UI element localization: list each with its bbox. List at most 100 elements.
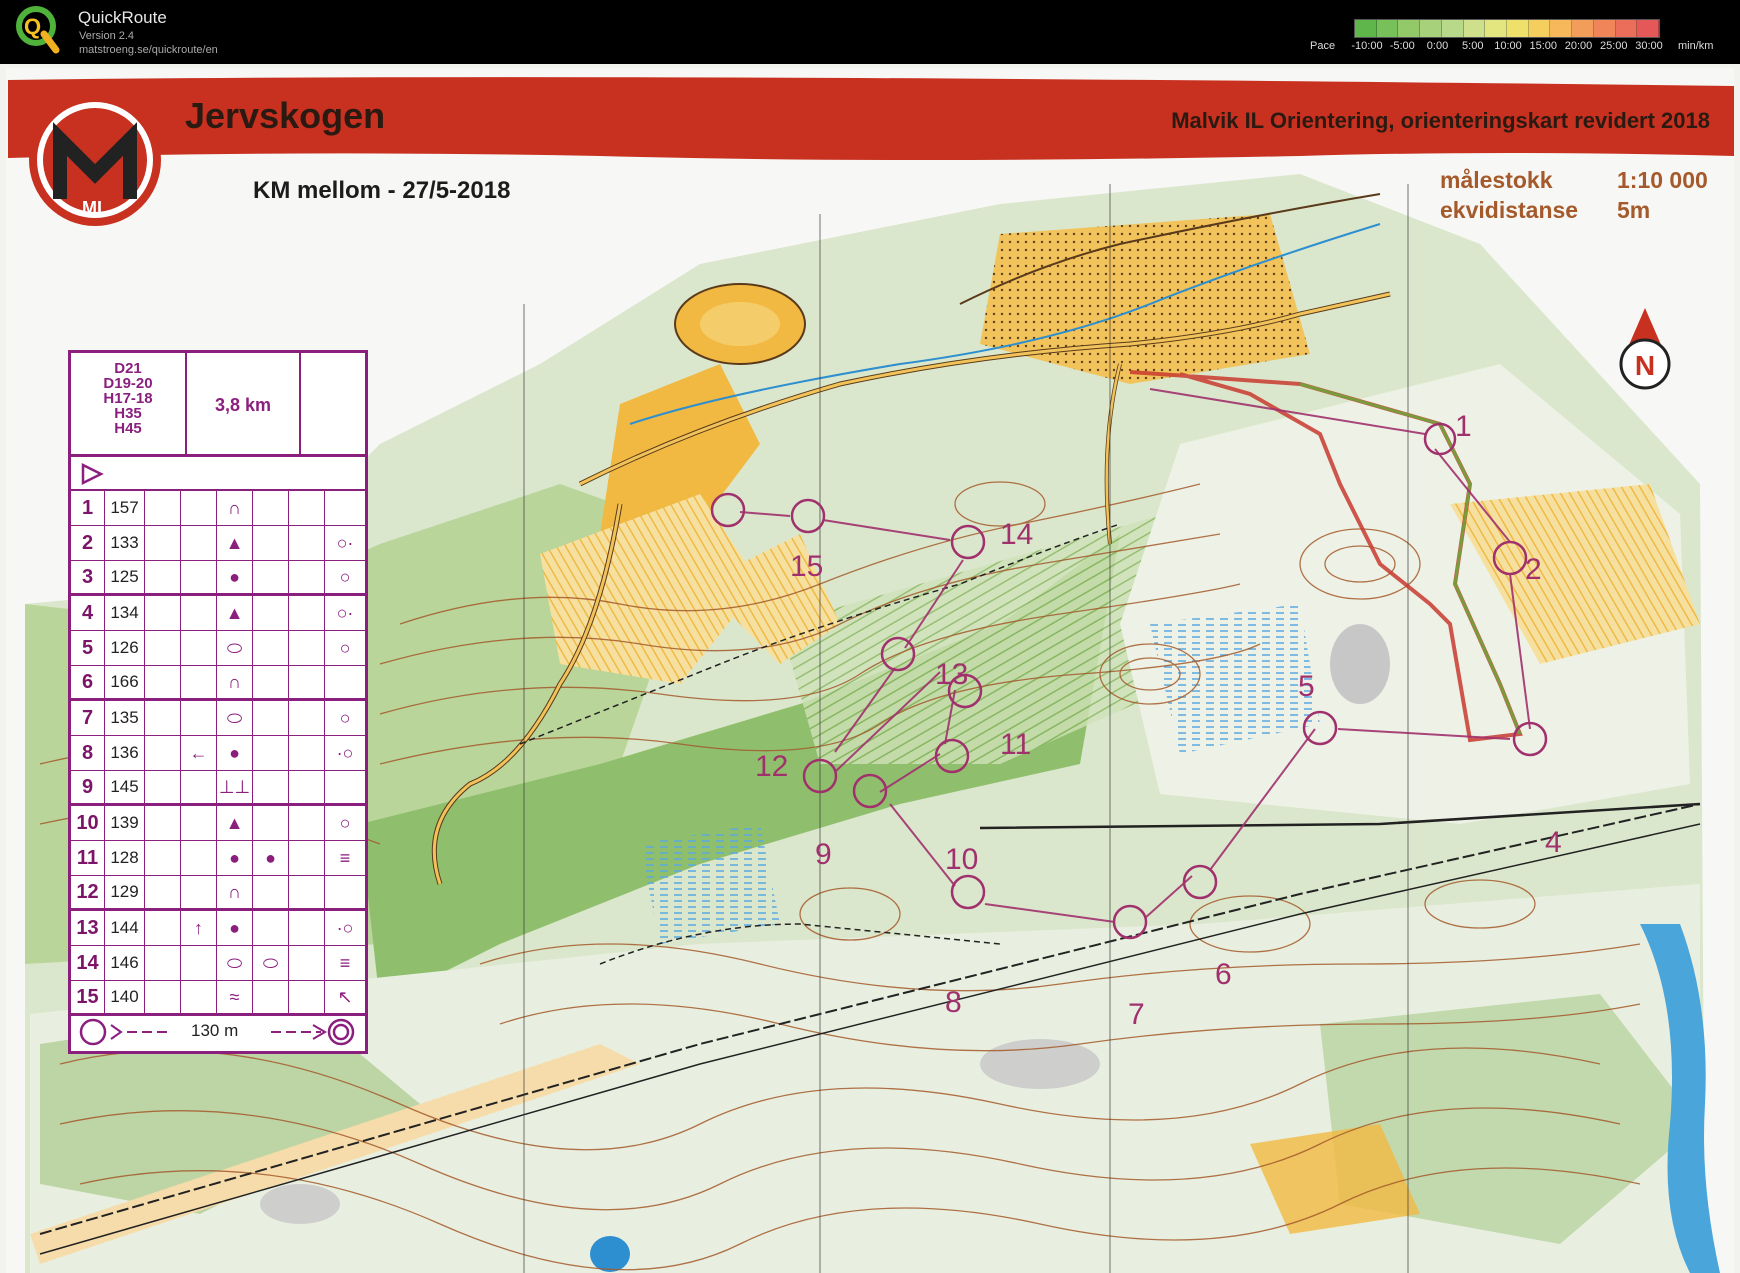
event-title: KM mellom - 27/5-2018 bbox=[253, 177, 510, 204]
pace-color-scale bbox=[1354, 19, 1660, 38]
control-cell-c6 bbox=[253, 561, 289, 593]
control-cell-c8: ≡ bbox=[339, 952, 351, 973]
contour-label: ekvidistanse bbox=[1440, 197, 1578, 223]
control-cell-c5: ● bbox=[217, 841, 253, 875]
control-cell-c3 bbox=[145, 876, 181, 908]
control-cell-c5: ▲ bbox=[217, 596, 253, 630]
pace-color-segment bbox=[1637, 20, 1660, 37]
control-cell-c5: ≈ bbox=[217, 981, 253, 1013]
control-cell-c4 bbox=[181, 631, 217, 665]
control-cell-c7 bbox=[289, 736, 325, 770]
control-cell-c8: ○ bbox=[339, 637, 351, 658]
rock-area-3 bbox=[260, 1184, 340, 1224]
control-row: 1 157 ∩ bbox=[71, 491, 365, 526]
control-row: 12 129 ∩ bbox=[71, 876, 365, 911]
scale-value: 1:10 000 bbox=[1617, 167, 1708, 193]
control-cell-c5: ▲ bbox=[217, 806, 253, 840]
control-cell-c3 bbox=[145, 736, 181, 770]
rock-area-2 bbox=[980, 1039, 1100, 1089]
control-cell-c7 bbox=[289, 666, 325, 698]
class-label: H17-18 bbox=[103, 390, 153, 407]
control-cell-c4 bbox=[181, 701, 217, 735]
pace-color-segment bbox=[1376, 20, 1399, 37]
control-cell-c7 bbox=[289, 631, 325, 665]
pace-color-segment bbox=[1441, 20, 1464, 37]
control-cell-code: 135 bbox=[105, 701, 145, 735]
control-cell-c4 bbox=[181, 596, 217, 630]
scale-label: målestokk bbox=[1440, 167, 1553, 193]
control-cell-num: 15 bbox=[71, 981, 105, 1013]
control-cell-code: 126 bbox=[105, 631, 145, 665]
control-number-2: 2 bbox=[1525, 553, 1542, 586]
control-number-9: 9 bbox=[815, 838, 832, 871]
orienteering-map-view[interactable]: 1 2 4 5 6 7 8 9 10 11 12 13 14 15 Jervsk… bbox=[0, 64, 1740, 1273]
control-cell-c6 bbox=[253, 631, 289, 665]
course-classes: D21 D19-20 H17-18 H35 H45 bbox=[71, 353, 187, 457]
control-number-12: 12 bbox=[755, 750, 788, 783]
start-row bbox=[71, 457, 365, 491]
control-cell-c8: ○ bbox=[339, 566, 351, 587]
control-cell-c5: ∩ bbox=[217, 491, 253, 525]
control-cell-c3 bbox=[145, 806, 181, 840]
control-cell-num: 7 bbox=[71, 701, 105, 735]
control-cell-code: 166 bbox=[105, 666, 145, 698]
pace-tick-label: 25:00 bbox=[1599, 40, 1628, 52]
control-cell-c6 bbox=[253, 666, 289, 698]
control-cell-c5: ● bbox=[217, 736, 253, 770]
control-cell-c8: ○· bbox=[336, 602, 354, 623]
map-publisher: Malvik IL Orientering, orienteringskart … bbox=[1171, 108, 1710, 133]
control-cell-num: 6 bbox=[71, 666, 105, 698]
control-row: 5 126 ⬭ ○ bbox=[71, 631, 365, 666]
control-number-11: 11 bbox=[1000, 728, 1031, 761]
control-cell-c8: ≡ bbox=[339, 847, 351, 868]
pace-color-segment bbox=[1420, 20, 1442, 37]
control-cell-c7 bbox=[289, 561, 325, 593]
control-row: 9 145 ⊥⊥ bbox=[71, 771, 365, 806]
control-number-13: 13 bbox=[935, 658, 968, 691]
control-cell-num: 1 bbox=[71, 491, 105, 525]
class-label: H35 bbox=[114, 405, 142, 422]
course-length: 3,8 km bbox=[187, 353, 301, 457]
control-cell-code: 136 bbox=[105, 736, 145, 770]
control-row: 6 166 ∩ bbox=[71, 666, 365, 701]
control-cell-c6 bbox=[253, 526, 289, 560]
control-description-sheet: D21 D19-20 H17-18 H35 H45 3,8 km 1 157 ∩ 2 1… bbox=[68, 350, 368, 1054]
control-number-1: 1 bbox=[1455, 410, 1472, 443]
control-cell-c6 bbox=[253, 736, 289, 770]
control-cell-c7 bbox=[289, 526, 325, 560]
control-cell-c5: ⬭ bbox=[217, 946, 253, 980]
pace-color-segment bbox=[1507, 20, 1529, 37]
control-cell-c6 bbox=[253, 806, 289, 840]
app-url[interactable]: matstroeng.se/quickroute/en bbox=[79, 44, 218, 56]
pace-color-segment bbox=[1355, 20, 1377, 37]
pace-tick-label: -5:00 bbox=[1389, 40, 1415, 52]
control-cell-c3 bbox=[145, 561, 181, 593]
app-header: Q QuickRoute Version 2.4 matstroeng.se/q… bbox=[0, 0, 1740, 64]
control-cell-c8 bbox=[325, 666, 365, 698]
control-number-6: 6 bbox=[1215, 958, 1232, 991]
control-cell-c7 bbox=[289, 841, 325, 875]
pace-color-segment bbox=[1593, 20, 1616, 37]
control-cell-c5: ● bbox=[217, 561, 253, 593]
pace-color-segment bbox=[1572, 20, 1594, 37]
control-cell-num: 9 bbox=[71, 771, 105, 803]
control-cell-c6 bbox=[253, 596, 289, 630]
control-cell-code: 146 bbox=[105, 946, 145, 980]
app-name: QuickRoute bbox=[78, 8, 167, 27]
control-cell-c3 bbox=[145, 771, 181, 803]
pace-tick-label: 0:00 bbox=[1426, 40, 1449, 52]
pace-color-segment bbox=[1463, 20, 1486, 37]
control-cell-c6 bbox=[253, 981, 289, 1013]
control-row: 13 144 ↑ ● ·○ bbox=[71, 911, 365, 946]
control-number-4: 4 bbox=[1545, 826, 1562, 859]
control-cell-c7 bbox=[289, 981, 325, 1013]
control-row: 2 133 ▲ ○· bbox=[71, 526, 365, 561]
control-cell-num: 5 bbox=[71, 631, 105, 665]
control-cell-code: 129 bbox=[105, 876, 145, 908]
control-cell-c4: ← bbox=[181, 736, 217, 770]
control-cell-code: 134 bbox=[105, 596, 145, 630]
control-number-7: 7 bbox=[1128, 998, 1145, 1031]
control-cell-c8 bbox=[325, 491, 365, 525]
control-cell-c7 bbox=[289, 946, 325, 980]
control-row: 10 139 ▲ ○ bbox=[71, 806, 365, 841]
